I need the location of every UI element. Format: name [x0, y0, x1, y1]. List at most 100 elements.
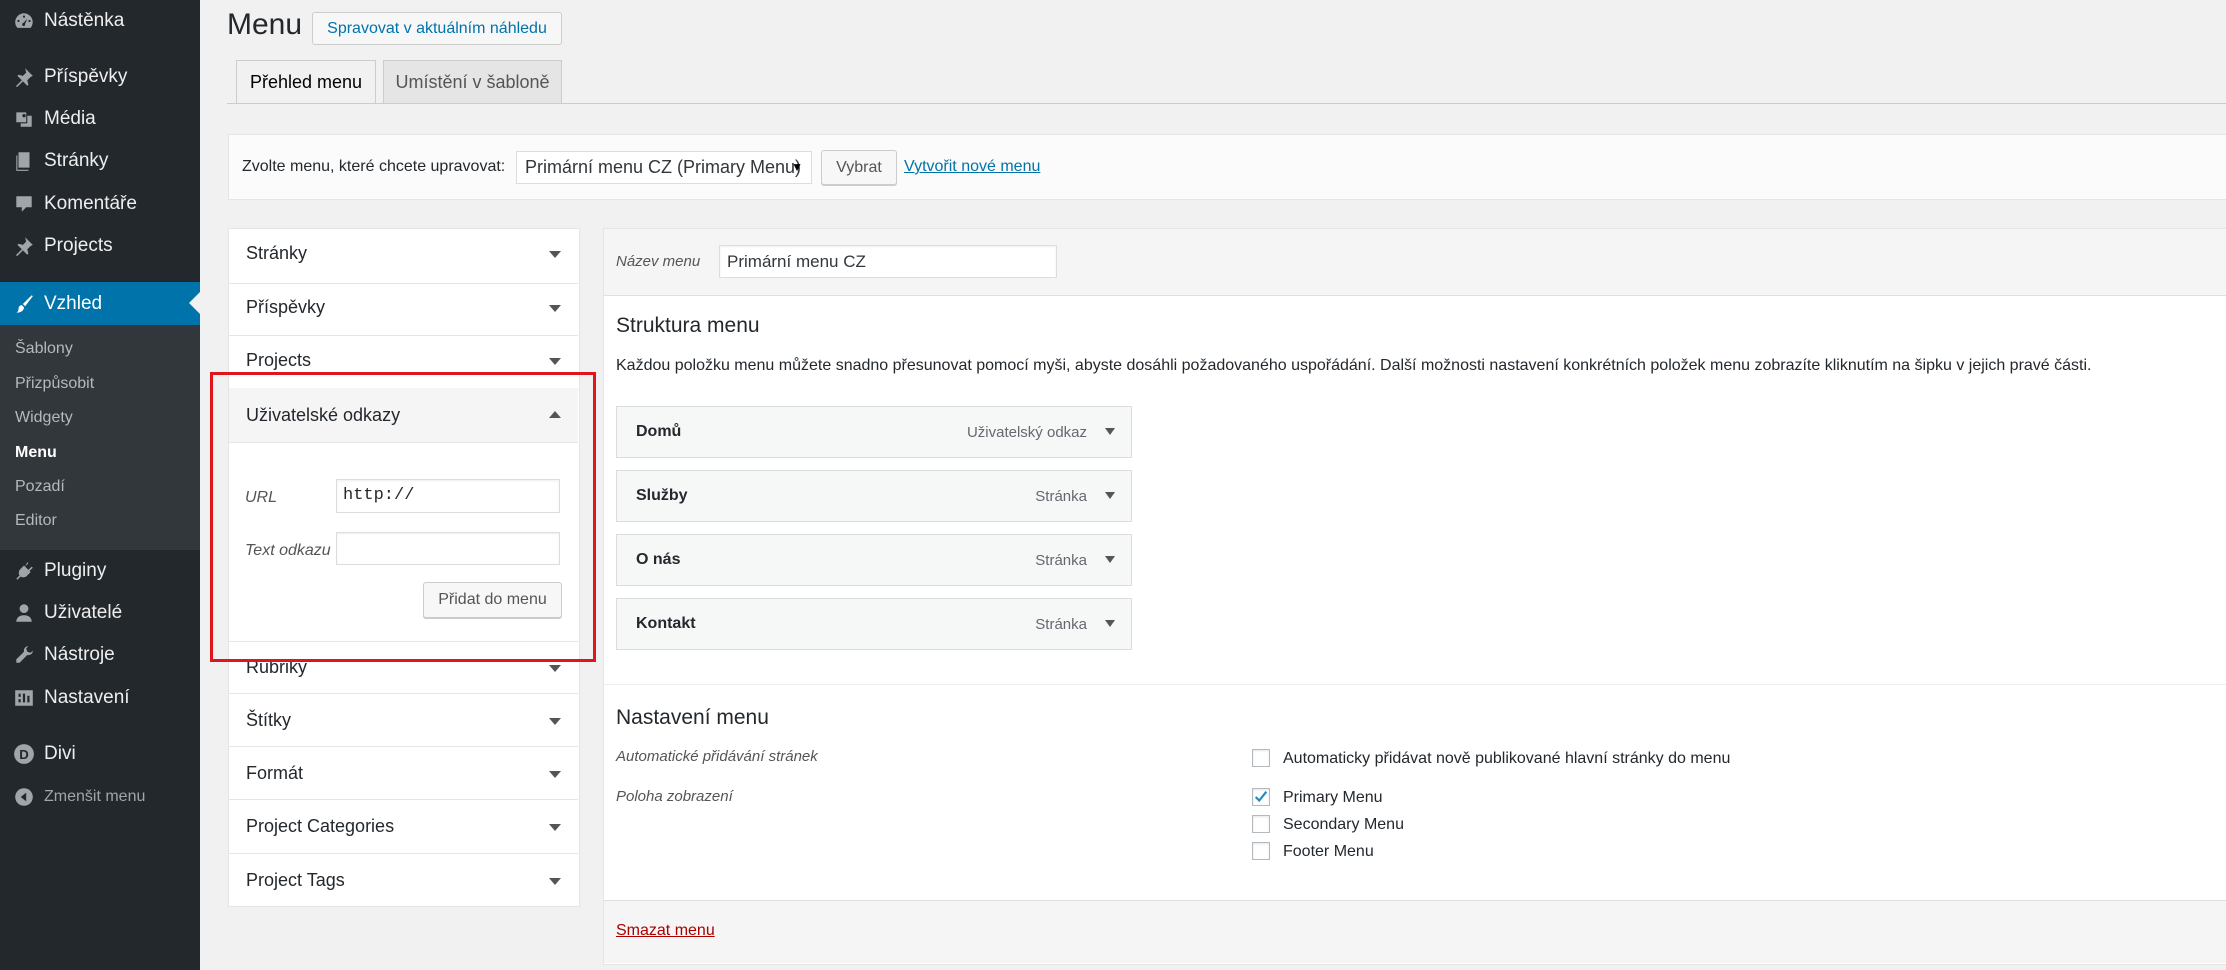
- sidebar-item-label: Uživatelé: [44, 602, 123, 623]
- auto-add-pages-label: Automatické přidávání stránek: [616, 748, 818, 765]
- sidebar-item-projects[interactable]: Projects: [0, 225, 200, 267]
- menu-item-type: Stránka: [1035, 552, 1087, 569]
- primary-menu-checkbox[interactable]: [1252, 788, 1270, 806]
- svg-text:D: D: [19, 747, 29, 762]
- create-new-menu-link[interactable]: Vytvořit nové menu: [904, 158, 1040, 176]
- dashboard-icon: [12, 9, 36, 33]
- sidebar-item-label: Pluginy: [44, 560, 107, 581]
- submenu-item-background[interactable]: Pozadí: [15, 478, 65, 496]
- link-text-label: Text odkazu: [245, 542, 331, 559]
- menu-select-value: Primární menu CZ (Primary Menu): [525, 157, 802, 177]
- section-title: Projects: [246, 350, 312, 370]
- url-input[interactable]: http://: [336, 479, 560, 513]
- accordion-divider: [228, 746, 578, 747]
- chevron-down-icon[interactable]: [549, 665, 561, 672]
- page-icon: [12, 149, 36, 173]
- chevron-down-icon[interactable]: [549, 718, 561, 725]
- menu-name-label: Název menu: [616, 253, 701, 270]
- menu-name-value: Primární menu CZ: [727, 252, 866, 271]
- menu-item-type: Stránka: [1035, 488, 1087, 505]
- accordion-divider: [228, 693, 578, 694]
- chevron-down-icon[interactable]: [549, 251, 561, 258]
- menu-editor-footer: [604, 900, 2226, 963]
- chevron-down-icon[interactable]: [549, 771, 561, 778]
- delete-menu-link[interactable]: Smazat menu: [616, 922, 715, 940]
- sidebar-item-label: Příspěvky: [44, 66, 128, 87]
- submenu-item-themes[interactable]: Šablony: [15, 340, 73, 358]
- footer-menu-checkbox[interactable]: [1252, 842, 1270, 860]
- menu-name-input[interactable]: Primární menu CZ: [719, 245, 1057, 278]
- select-menu-label: Zvolte menu, které chcete upravovat:: [242, 158, 506, 175]
- tab-manage-locations[interactable]: Umístění v šabloně: [383, 60, 562, 103]
- collapse-menu-button[interactable]: Zmenšit menu: [0, 776, 200, 818]
- page-title: Menu: [227, 8, 303, 41]
- chevron-down-icon[interactable]: [1105, 620, 1115, 627]
- menu-editor: [603, 228, 2226, 965]
- tab-edit-menus[interactable]: Přehled menu: [236, 60, 376, 103]
- accordion-divider: [228, 283, 578, 284]
- sidebar-item-tools[interactable]: Nástroje: [0, 634, 200, 676]
- sidebar-item-label: Divi: [44, 743, 76, 764]
- comment-icon: [12, 192, 36, 216]
- menu-item[interactable]: Domů Uživatelský odkaz: [616, 406, 1132, 458]
- section-title: Project Categories: [246, 816, 395, 836]
- sidebar-item-label: Stránky: [44, 150, 109, 171]
- chevron-down-icon[interactable]: [1105, 492, 1115, 499]
- auto-add-checkbox[interactable]: [1252, 749, 1270, 767]
- menu-item-type: Uživatelský odkaz: [966, 424, 1087, 441]
- sidebar-item-label: Nástěnka: [44, 10, 125, 31]
- add-to-menu-button[interactable]: Přidat do menu: [423, 582, 562, 618]
- sidebar-item-dashboard[interactable]: Nástěnka: [0, 0, 200, 42]
- sidebar-item-divi[interactable]: D Divi: [0, 733, 200, 775]
- menu-item[interactable]: Kontakt Stránka: [616, 598, 1132, 650]
- secondary-menu-checkbox[interactable]: [1252, 815, 1270, 833]
- sidebar-item-appearance[interactable]: Vzhled: [0, 282, 200, 326]
- pin-icon: [12, 234, 36, 258]
- url-input-value: http://: [343, 486, 415, 505]
- sidebar-item-label: Komentáře: [44, 193, 137, 214]
- section-title: Project Tags: [246, 870, 345, 890]
- submenu-item-customize[interactable]: Přizpůsobit: [15, 375, 94, 393]
- user-icon: [12, 601, 36, 625]
- accordion-divider: [228, 641, 578, 642]
- collapse-label: Zmenšit menu: [44, 788, 146, 805]
- menu-item[interactable]: O nás Stránka: [616, 534, 1132, 586]
- sidebar-item-media[interactable]: Média: [0, 98, 200, 140]
- chevron-down-icon[interactable]: [549, 305, 561, 312]
- section-title: Příspěvky: [246, 297, 326, 317]
- chevron-down-icon: ▼: [791, 160, 803, 174]
- submenu-item-widgets[interactable]: Widgety: [15, 409, 73, 427]
- menu-item[interactable]: Služby Stránka: [616, 470, 1132, 522]
- manage-live-preview-button[interactable]: Spravovat v aktuálním náhledu: [312, 12, 562, 45]
- submenu-item-editor[interactable]: Editor: [15, 512, 57, 530]
- section-title: Štítky: [246, 710, 292, 730]
- submenu-item-menus[interactable]: Menu: [15, 444, 57, 462]
- menu-settings-title: Nastavení menu: [616, 706, 769, 729]
- wrench-icon: [12, 643, 36, 667]
- accordion-divider: [228, 853, 578, 854]
- section-title: Rubriky: [246, 657, 308, 677]
- chevron-down-icon[interactable]: [1105, 556, 1115, 563]
- brush-icon: [12, 292, 36, 316]
- chevron-down-icon[interactable]: [1105, 428, 1115, 435]
- checkmark-icon: [1254, 791, 1268, 803]
- sidebar-item-posts[interactable]: Příspěvky: [0, 56, 200, 98]
- section-title: Formát: [246, 763, 304, 783]
- chevron-down-icon[interactable]: [549, 358, 561, 365]
- select-menu-button[interactable]: Vybrat: [821, 150, 897, 185]
- chevron-down-icon[interactable]: [549, 878, 561, 885]
- sidebar-item-settings[interactable]: Nastavení: [0, 677, 200, 719]
- location-label: Secondary Menu: [1283, 816, 1404, 833]
- section-title: Stránky: [246, 243, 308, 263]
- sidebar-item-plugins[interactable]: Pluginy: [0, 550, 200, 592]
- sidebar-item-comments[interactable]: Komentáře: [0, 183, 200, 225]
- sidebar-item-pages[interactable]: Stránky: [0, 140, 200, 182]
- location-label: Footer Menu: [1283, 843, 1374, 860]
- menu-select[interactable]: Primární menu CZ (Primary Menu) ▼: [516, 151, 812, 184]
- menu-structure-description: Každou položku menu můžete snadno přesun…: [616, 357, 2092, 374]
- sidebar-item-users[interactable]: Uživatelé: [0, 592, 200, 634]
- chevron-down-icon[interactable]: [549, 824, 561, 831]
- link-text-input[interactable]: [336, 532, 560, 565]
- accordion-divider: [228, 335, 578, 336]
- chevron-up-icon[interactable]: [549, 411, 561, 418]
